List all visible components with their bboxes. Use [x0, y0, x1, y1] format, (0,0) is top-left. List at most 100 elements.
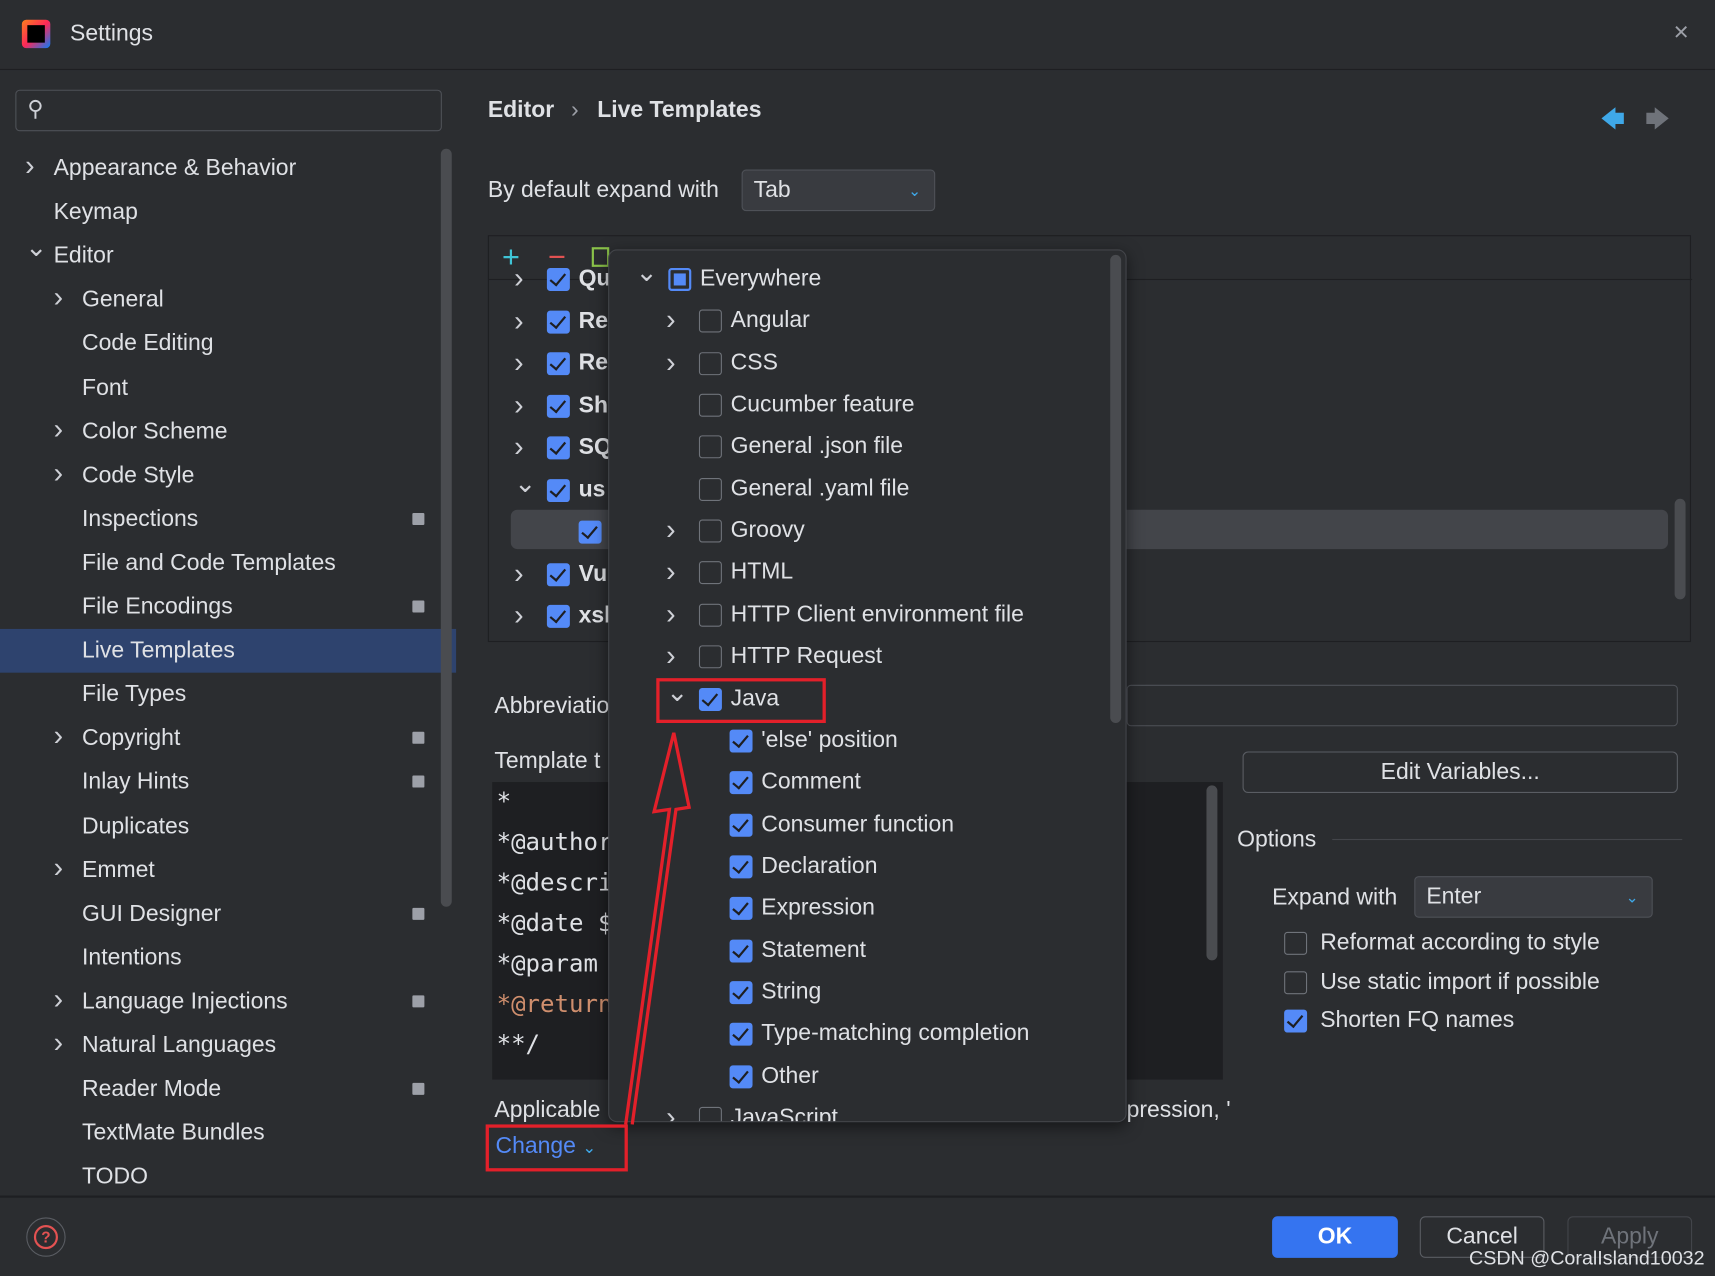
- context-checkbox[interactable]: [729, 813, 753, 837]
- template-group-checkbox[interactable]: [546, 394, 570, 418]
- context-item-http-request[interactable]: › HTTP Request: [609, 637, 1112, 679]
- sidebar-item-duplicates[interactable]: Duplicates: [0, 804, 456, 848]
- context-checkbox[interactable]: [729, 939, 753, 963]
- chevron-right-icon[interactable]: ›: [666, 639, 675, 673]
- template-group-row[interactable]: ⌄ us: [488, 468, 608, 512]
- sidebar-item-live-templates[interactable]: Live Templates: [0, 629, 457, 673]
- option-checkbox[interactable]: [1284, 970, 1308, 994]
- sidebar-item-file-types[interactable]: File Types: [0, 673, 456, 717]
- context-checkbox[interactable]: [698, 603, 722, 627]
- context-checkbox[interactable]: [698, 1106, 722, 1122]
- sidebar-item-reader-mode[interactable]: Reader Mode: [0, 1068, 456, 1112]
- sidebar-item-file-and-code-templates[interactable]: File and Code Templates: [0, 541, 456, 585]
- help-button[interactable]: ?: [26, 1217, 66, 1257]
- chevron-right-icon[interactable]: ›: [514, 304, 523, 338]
- sidebar-item-keymap[interactable]: Keymap: [0, 190, 456, 234]
- chevron-down-icon[interactable]: ⌄: [514, 468, 536, 500]
- context-checkbox[interactable]: [729, 1023, 753, 1046]
- sidebar-item-gui-designer[interactable]: GUI Designer: [0, 892, 456, 936]
- template-group-checkbox[interactable]: [546, 562, 570, 586]
- chevron-right-icon[interactable]: ›: [514, 430, 523, 464]
- chevron-right-icon[interactable]: ›: [514, 598, 523, 632]
- template-group-row[interactable]: › Re: [488, 343, 608, 385]
- context-checkbox[interactable]: [698, 477, 722, 501]
- chevron-down-icon[interactable]: ⌄: [635, 257, 657, 289]
- context-item-http-client-environment-file[interactable]: › HTTP Client environment file: [609, 595, 1112, 637]
- context-checkbox[interactable]: [698, 519, 722, 543]
- template-group-row[interactable]: [488, 512, 608, 554]
- context-item-general-yaml-file[interactable]: General .yaml file: [609, 469, 1112, 511]
- sidebar-item-copyright[interactable]: › Copyright: [0, 717, 456, 761]
- abbreviation-input[interactable]: [1126, 684, 1678, 727]
- context-item-general-json-file[interactable]: General .json file: [609, 427, 1112, 469]
- context-checkbox[interactable]: [698, 351, 722, 375]
- template-group-row[interactable]: › xsl: [488, 596, 610, 638]
- option-checkbox[interactable]: [1284, 1009, 1308, 1033]
- context-item-css[interactable]: › CSS: [609, 343, 1112, 385]
- template-list-scrollbar[interactable]: [1674, 498, 1686, 600]
- close-icon[interactable]: ×: [1674, 18, 1689, 49]
- option-shorten-fq-names[interactable]: Shorten FQ names: [1284, 1007, 1656, 1040]
- sidebar-item-inlay-hints[interactable]: Inlay Hints: [0, 761, 456, 805]
- breadcrumb-parent[interactable]: Editor: [488, 97, 554, 123]
- context-item-html[interactable]: › HTML: [609, 553, 1112, 595]
- ok-button[interactable]: OK: [1272, 1216, 1398, 1258]
- template-group-row[interactable]: › SQ: [488, 428, 612, 470]
- context-checkbox[interactable]: [729, 771, 753, 795]
- option-reformat-according-to-style[interactable]: Reformat according to style: [1284, 930, 1656, 963]
- option-use-static-import-if-possible[interactable]: Use static import if possible: [1284, 969, 1656, 1002]
- context-checkbox[interactable]: [698, 645, 722, 669]
- context-item-cucumber-feature[interactable]: Cucumber feature: [609, 385, 1112, 427]
- context-item-angular[interactable]: › Angular: [609, 301, 1112, 343]
- template-group-checkbox[interactable]: [546, 478, 570, 502]
- context-item-everywhere[interactable]: ⌄ Everywhere: [609, 257, 1112, 301]
- context-checkbox[interactable]: [698, 435, 722, 459]
- template-group-checkbox[interactable]: [546, 604, 570, 628]
- sidebar-item-emmet[interactable]: › Emmet: [0, 848, 456, 892]
- sidebar-item-code-style[interactable]: › Code Style: [0, 454, 456, 498]
- sidebar-item-natural-languages[interactable]: › Natural Languages: [0, 1024, 456, 1068]
- sidebar-item-textmate-bundles[interactable]: TextMate Bundles: [0, 1112, 456, 1156]
- context-checkbox[interactable]: [729, 981, 753, 1005]
- template-group-checkbox[interactable]: [578, 520, 602, 544]
- edit-variables-button[interactable]: Edit Variables...: [1242, 751, 1678, 794]
- sidebar-item-font[interactable]: Font: [0, 366, 456, 410]
- chevron-right-icon[interactable]: ›: [514, 388, 523, 422]
- chevron-right-icon[interactable]: ›: [666, 345, 675, 379]
- chevron-right-icon[interactable]: ›: [666, 303, 675, 337]
- context-checkbox[interactable]: [729, 729, 753, 753]
- sidebar-item-appearance-behavior[interactable]: › Appearance & Behavior: [0, 147, 456, 191]
- chevron-right-icon[interactable]: ›: [666, 597, 675, 631]
- option-checkbox[interactable]: [1284, 931, 1308, 955]
- sidebar-item-inspections[interactable]: Inspections: [0, 497, 456, 541]
- editor-scrollbar[interactable]: [1206, 785, 1218, 961]
- template-group-checkbox[interactable]: [546, 267, 570, 291]
- context-checkbox[interactable]: [729, 1064, 753, 1088]
- context-checkbox[interactable]: [668, 267, 692, 291]
- context-checkbox[interactable]: [698, 393, 722, 417]
- sidebar-item-general[interactable]: › General: [0, 278, 456, 322]
- sidebar-item-todo[interactable]: TODO: [0, 1155, 456, 1199]
- chevron-right-icon[interactable]: ›: [514, 261, 523, 295]
- template-group-checkbox[interactable]: [546, 352, 570, 376]
- sidebar-item-intentions[interactable]: Intentions: [0, 936, 456, 980]
- chevron-right-icon[interactable]: ›: [514, 346, 523, 380]
- context-item-groovy[interactable]: › Groovy: [609, 511, 1112, 553]
- expand-default-select[interactable]: Tab ⌄: [741, 169, 936, 212]
- expand-with-select[interactable]: Enter ⌄: [1414, 876, 1653, 918]
- template-group-row[interactable]: › Sh: [488, 386, 608, 428]
- template-group-checkbox[interactable]: [546, 436, 570, 460]
- context-checkbox[interactable]: [698, 309, 722, 333]
- sidebar-item-color-scheme[interactable]: › Color Scheme: [0, 410, 456, 454]
- settings-search-input[interactable]: ⚲: [15, 89, 442, 132]
- context-checkbox[interactable]: [729, 897, 753, 921]
- sidebar-item-code-editing[interactable]: Code Editing: [0, 322, 456, 366]
- template-group-row[interactable]: › Vu: [488, 554, 608, 596]
- back-arrow-icon[interactable]: 🡄: [1600, 101, 1625, 143]
- template-group-row[interactable]: › Qu: [488, 259, 610, 301]
- sidebar-item-file-encodings[interactable]: File Encodings: [0, 585, 456, 629]
- forward-arrow-icon[interactable]: 🡆: [1645, 101, 1670, 143]
- context-checkbox[interactable]: [698, 561, 722, 585]
- chevron-right-icon[interactable]: ›: [514, 556, 523, 590]
- sidebar-item-language-injections[interactable]: › Language Injections: [0, 980, 456, 1024]
